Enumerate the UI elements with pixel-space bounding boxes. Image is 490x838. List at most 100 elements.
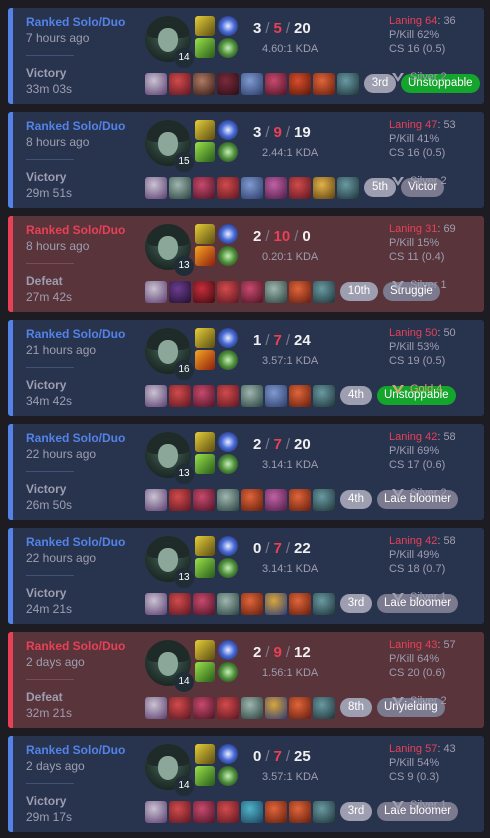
summoner-spell-icon[interactable]	[195, 120, 215, 140]
item-slot-icon[interactable]	[265, 593, 287, 615]
item-slot-icon[interactable]	[241, 385, 263, 407]
item-slot-icon[interactable]	[313, 593, 335, 615]
item-slot-icon[interactable]	[313, 385, 335, 407]
summoner-spell-icon[interactable]	[195, 142, 215, 162]
item-slot-icon[interactable]	[145, 489, 167, 511]
item-slot-icon[interactable]	[169, 73, 191, 95]
item-slot-icon[interactable]	[217, 593, 239, 615]
item-slot-icon[interactable]	[313, 281, 335, 303]
item-slot-icon[interactable]	[313, 697, 335, 719]
item-slot-icon[interactable]	[145, 593, 167, 615]
secondary-rune-icon[interactable]	[218, 662, 238, 682]
summoner-spell-icon[interactable]	[195, 16, 215, 36]
item-slot-icon[interactable]	[313, 801, 335, 823]
secondary-rune-icon[interactable]	[218, 766, 238, 786]
item-slot-icon[interactable]	[265, 697, 287, 719]
match-card[interactable]: Ranked Solo/Duo 8 hours ago Defeat 27m 4…	[8, 216, 484, 312]
match-card[interactable]: Ranked Solo/Duo 7 hours ago Victory 33m …	[8, 8, 484, 104]
item-slot-icon[interactable]	[217, 73, 239, 95]
secondary-rune-icon[interactable]	[218, 558, 238, 578]
item-slot-icon[interactable]	[241, 281, 263, 303]
item-slot-icon[interactable]	[145, 385, 167, 407]
summoner-spell-icon[interactable]	[195, 454, 215, 474]
item-slot-icon[interactable]	[241, 593, 263, 615]
item-slot-icon[interactable]	[289, 177, 311, 199]
keystone-rune-icon[interactable]	[218, 328, 238, 348]
keystone-rune-icon[interactable]	[218, 120, 238, 140]
keystone-rune-icon[interactable]	[218, 640, 238, 660]
item-slot-icon[interactable]	[193, 697, 215, 719]
match-card[interactable]: Ranked Solo/Duo 21 hours ago Victory 34m…	[8, 320, 484, 416]
item-slot-icon[interactable]	[289, 801, 311, 823]
item-slot-icon[interactable]	[217, 489, 239, 511]
item-slot-icon[interactable]	[217, 177, 239, 199]
item-slot-icon[interactable]	[193, 281, 215, 303]
item-slot-icon[interactable]	[169, 801, 191, 823]
item-slot-icon[interactable]	[169, 281, 191, 303]
item-slot-icon[interactable]	[169, 385, 191, 407]
summoner-spell-icon[interactable]	[195, 536, 215, 556]
keystone-rune-icon[interactable]	[218, 744, 238, 764]
item-slot-icon[interactable]	[265, 177, 287, 199]
summoner-spell-icon[interactable]	[195, 558, 215, 578]
item-slot-icon[interactable]	[145, 697, 167, 719]
item-slot-icon[interactable]	[289, 697, 311, 719]
summoner-spell-icon[interactable]	[195, 432, 215, 452]
item-slot-icon[interactable]	[337, 73, 359, 95]
keystone-rune-icon[interactable]	[218, 224, 238, 244]
item-slot-icon[interactable]	[241, 73, 263, 95]
item-slot-icon[interactable]	[193, 593, 215, 615]
summoner-spell-icon[interactable]	[195, 766, 215, 786]
item-slot-icon[interactable]	[313, 73, 335, 95]
item-slot-icon[interactable]	[265, 281, 287, 303]
item-slot-icon[interactable]	[169, 593, 191, 615]
summoner-spell-icon[interactable]	[195, 640, 215, 660]
item-slot-icon[interactable]	[169, 489, 191, 511]
item-slot-icon[interactable]	[145, 73, 167, 95]
item-slot-icon[interactable]	[313, 489, 335, 511]
item-slot-icon[interactable]	[241, 489, 263, 511]
item-slot-icon[interactable]	[289, 73, 311, 95]
secondary-rune-icon[interactable]	[218, 246, 238, 266]
item-slot-icon[interactable]	[313, 177, 335, 199]
item-slot-icon[interactable]	[241, 801, 263, 823]
item-slot-icon[interactable]	[217, 801, 239, 823]
item-slot-icon[interactable]	[289, 489, 311, 511]
item-slot-icon[interactable]	[241, 697, 263, 719]
item-slot-icon[interactable]	[169, 697, 191, 719]
secondary-rune-icon[interactable]	[218, 454, 238, 474]
item-slot-icon[interactable]	[145, 177, 167, 199]
summoner-spell-icon[interactable]	[195, 224, 215, 244]
item-slot-icon[interactable]	[217, 697, 239, 719]
secondary-rune-icon[interactable]	[218, 142, 238, 162]
summoner-spell-icon[interactable]	[195, 662, 215, 682]
item-slot-icon[interactable]	[145, 801, 167, 823]
secondary-rune-icon[interactable]	[218, 38, 238, 58]
item-slot-icon[interactable]	[265, 489, 287, 511]
item-slot-icon[interactable]	[193, 73, 215, 95]
match-card[interactable]: Ranked Solo/Duo 8 hours ago Victory 29m …	[8, 112, 484, 208]
match-card[interactable]: Ranked Solo/Duo 22 hours ago Victory 26m…	[8, 424, 484, 520]
item-slot-icon[interactable]	[193, 177, 215, 199]
keystone-rune-icon[interactable]	[218, 16, 238, 36]
match-card[interactable]: Ranked Solo/Duo 22 hours ago Victory 24m…	[8, 528, 484, 624]
item-slot-icon[interactable]	[193, 801, 215, 823]
keystone-rune-icon[interactable]	[218, 536, 238, 556]
item-slot-icon[interactable]	[289, 385, 311, 407]
item-slot-icon[interactable]	[289, 281, 311, 303]
summoner-spell-icon[interactable]	[195, 744, 215, 764]
item-slot-icon[interactable]	[169, 177, 191, 199]
keystone-rune-icon[interactable]	[218, 432, 238, 452]
item-slot-icon[interactable]	[217, 281, 239, 303]
item-slot-icon[interactable]	[145, 281, 167, 303]
item-slot-icon[interactable]	[337, 177, 359, 199]
summoner-spell-icon[interactable]	[195, 350, 215, 370]
item-slot-icon[interactable]	[217, 385, 239, 407]
summoner-spell-icon[interactable]	[195, 246, 215, 266]
item-slot-icon[interactable]	[265, 73, 287, 95]
item-slot-icon[interactable]	[241, 177, 263, 199]
item-slot-icon[interactable]	[193, 489, 215, 511]
summoner-spell-icon[interactable]	[195, 38, 215, 58]
secondary-rune-icon[interactable]	[218, 350, 238, 370]
item-slot-icon[interactable]	[265, 801, 287, 823]
